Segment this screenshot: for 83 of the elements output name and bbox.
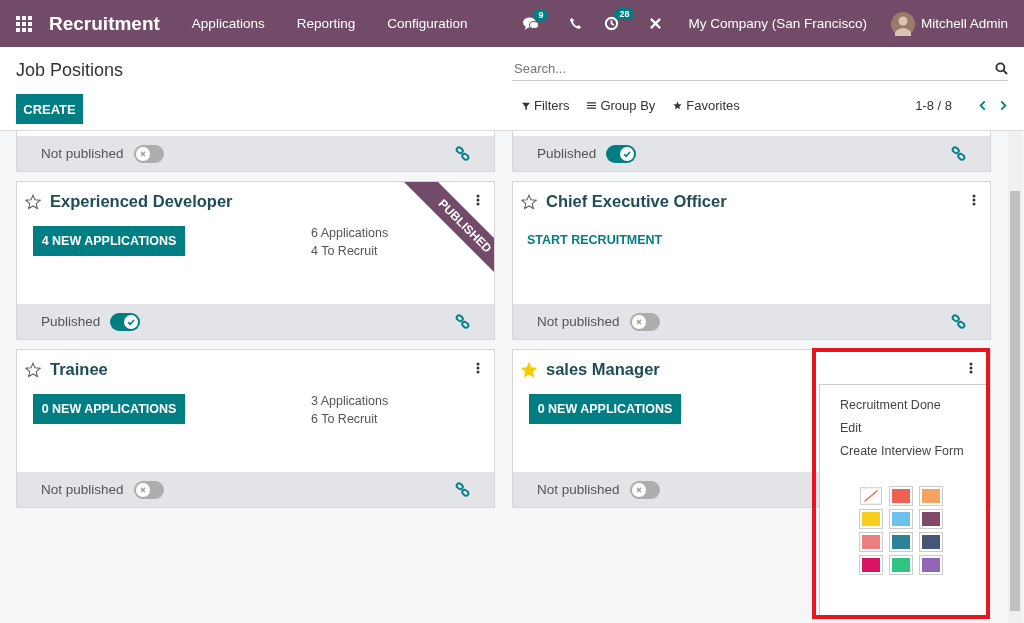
publish-status: Published xyxy=(537,146,597,161)
dropdown-item[interactable]: Recruitment Done xyxy=(840,398,986,412)
job-title[interactable]: Trainee xyxy=(50,360,108,379)
filter-icon xyxy=(522,101,530,110)
publish-status: Not published xyxy=(41,482,124,497)
color-swatch[interactable] xyxy=(860,533,882,551)
next-page-icon[interactable] xyxy=(999,100,1008,111)
job-stat[interactable]: 6 Applications xyxy=(311,226,389,240)
dropdown-item[interactable]: Create Interview Form xyxy=(840,444,986,458)
menu-item[interactable]: Configuration xyxy=(387,16,468,31)
publish-toggle[interactable] xyxy=(110,312,141,331)
star-icon xyxy=(673,101,683,110)
phone-icon[interactable] xyxy=(569,17,583,30)
job-card[interactable]: Chief Executive Officer START RECRUITMENT Not published xyxy=(512,181,991,340)
color-swatch[interactable] xyxy=(860,556,882,574)
cross-icon xyxy=(634,317,643,326)
color-swatch[interactable] xyxy=(890,556,912,574)
avatar-placeholder[interactable] xyxy=(890,11,915,36)
color-swatch[interactable] xyxy=(920,487,942,505)
publish-toggle[interactable] xyxy=(629,480,660,499)
color-swatch[interactable] xyxy=(890,533,912,551)
message-count-badge: 9 xyxy=(533,8,549,21)
link-icon[interactable] xyxy=(951,314,966,329)
publish-toggle[interactable] xyxy=(133,480,164,499)
link-icon[interactable] xyxy=(455,146,470,161)
favorites-button[interactable]: Favorites xyxy=(673,98,740,113)
menu-item[interactable]: Reporting xyxy=(296,16,356,31)
color-swatch[interactable] xyxy=(920,556,942,574)
kebab-menu-icon[interactable] xyxy=(968,362,973,374)
create-button[interactable]: CREATE xyxy=(16,94,83,124)
previous-page-icon[interactable] xyxy=(978,100,987,111)
job-stat[interactable]: 6 To Recruit xyxy=(311,412,389,426)
new-applications-button[interactable]: 0 NEW APPLICATIONS xyxy=(33,394,185,424)
activity-count-badge: 28 xyxy=(614,8,635,20)
publish-toggle[interactable] xyxy=(629,312,660,331)
new-applications-button[interactable]: 0 NEW APPLICATIONS xyxy=(529,394,681,424)
search-icon[interactable] xyxy=(995,61,1008,75)
cross-icon xyxy=(138,485,147,494)
app-name[interactable]: Recruitment xyxy=(49,12,160,35)
menu-item[interactable]: Applications xyxy=(191,16,265,31)
page-title: Job Positions xyxy=(16,60,125,81)
link-icon[interactable] xyxy=(455,314,470,329)
publish-status: Not published xyxy=(537,482,620,497)
user-menu[interactable]: Mitchell Admin xyxy=(920,16,1008,31)
kebab-menu-icon[interactable] xyxy=(972,194,976,206)
dropdown-item[interactable]: Edit xyxy=(840,421,986,435)
scrollbar[interactable] xyxy=(1008,131,1022,623)
tools-icon[interactable] xyxy=(649,17,663,30)
publish-status: Not published xyxy=(537,314,620,329)
publish-status: Not published xyxy=(41,146,124,161)
job-title[interactable]: Experienced Developer xyxy=(50,192,233,211)
job-title[interactable]: sales Manager xyxy=(546,360,660,379)
star-icon[interactable] xyxy=(25,362,41,378)
publish-status: Published xyxy=(41,314,101,329)
start-recruitment-link[interactable]: START RECRUITMENT xyxy=(527,233,663,247)
job-stat[interactable]: 3 Applications xyxy=(311,394,389,408)
star-icon[interactable] xyxy=(25,194,41,210)
color-swatch[interactable] xyxy=(920,533,942,551)
pager-value[interactable]: 1-8 / 8 xyxy=(915,98,952,113)
company-switcher[interactable]: My Company (San Francisco) xyxy=(688,16,867,31)
list-icon xyxy=(587,101,597,110)
cross-icon xyxy=(634,485,643,494)
link-icon[interactable] xyxy=(455,482,470,497)
clock-icon[interactable] xyxy=(604,16,620,31)
kebab-menu-icon[interactable] xyxy=(476,362,480,374)
job-title[interactable]: Chief Executive Officer xyxy=(546,192,727,211)
color-swatch[interactable] xyxy=(890,510,912,528)
publish-toggle[interactable] xyxy=(133,144,164,163)
no-color-swatch[interactable] xyxy=(860,487,882,505)
job-card[interactable]: Trainee 0 NEW APPLICATIONS 3 Applications 6 To Recruit Not published xyxy=(16,349,495,508)
group-by-button[interactable]: Group By xyxy=(587,98,656,113)
color-swatch[interactable] xyxy=(860,510,882,528)
new-applications-button[interactable]: 4 NEW APPLICATIONS xyxy=(33,226,185,256)
filters-button[interactable]: Filters xyxy=(522,98,570,113)
color-swatch[interactable] xyxy=(890,487,912,505)
job-stat[interactable]: 4 To Recruit xyxy=(311,244,389,258)
chat-icon[interactable] xyxy=(523,16,540,31)
cross-icon xyxy=(138,149,147,158)
app-grid-icon[interactable] xyxy=(16,15,32,32)
link-icon[interactable] xyxy=(951,146,966,161)
publish-toggle[interactable] xyxy=(606,144,637,163)
color-swatch[interactable] xyxy=(920,510,942,528)
star-icon[interactable] xyxy=(521,194,537,210)
